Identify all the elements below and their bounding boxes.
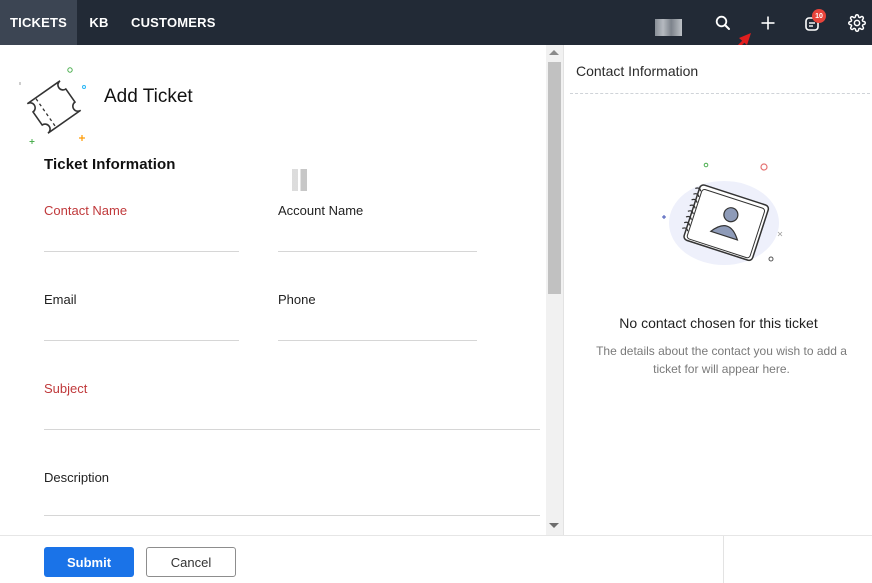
cancel-button[interactable]: Cancel [146,547,236,577]
scrollbar-thumb[interactable] [548,62,561,294]
section-title: Ticket Information [44,156,176,173]
account-name-underline [278,251,477,252]
add-ticket-form: Add Ticket Ticket Information Contact Na… [0,45,563,535]
scroll-up-icon[interactable] [549,50,559,55]
account-name-label: Account Name [278,203,364,218]
contact-name-underline [44,251,239,252]
settings-icon[interactable] [846,12,868,34]
account-name-input[interactable] [278,225,477,251]
page-title: Add Ticket [104,86,193,107]
email-input[interactable] [44,314,239,340]
email-underline [44,340,239,341]
subject-input[interactable] [44,403,540,429]
empty-state-title: No contact chosen for this ticket [619,315,818,331]
contact-book-icon [662,162,783,265]
contact-panel-title: Contact Information [576,63,699,79]
scroll-down-icon[interactable] [549,523,559,528]
submit-button[interactable]: Submit [44,547,134,577]
subject-underline [44,429,540,430]
description-input[interactable] [44,490,540,516]
redacted-image [655,19,682,36]
contact-name-label: Contact Name [44,203,128,218]
redacted-image [292,169,307,191]
description-underline [44,515,540,516]
description-label: Description [44,470,110,485]
tab-kb[interactable]: KB [77,0,121,45]
phone-underline [278,340,477,341]
email-label: Email [44,292,77,307]
contact-information-panel: Contact Information No contact chosen fo… [563,45,872,535]
tab-customers[interactable]: CUSTOMERS [121,0,228,45]
empty-state-description: The details about the contact you wish t… [596,344,847,376]
subject-label: Subject [44,381,88,396]
phone-input[interactable] [278,314,477,340]
contact-name-input[interactable] [44,225,239,251]
notification-badge: 10 [812,9,826,23]
phone-label: Phone [278,292,316,307]
divider [723,536,724,583]
form-footer: Submit Cancel [0,535,872,583]
plus-icon[interactable] [757,12,779,34]
divider [570,93,870,94]
ticket-icon [19,67,86,144]
tab-tickets[interactable]: TICKETS [0,0,77,45]
